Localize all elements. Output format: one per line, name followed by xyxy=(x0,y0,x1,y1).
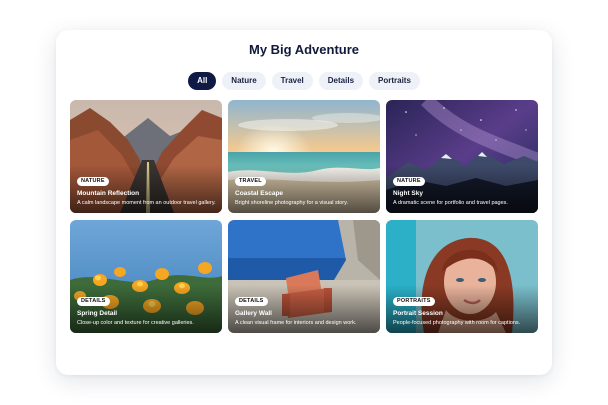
category-badge: DETAILS xyxy=(235,297,268,306)
filter-tab-details[interactable]: Details xyxy=(318,72,364,90)
gallery-title: My Big Adventure xyxy=(248,42,360,57)
item-title: Spring Detail xyxy=(77,310,118,317)
category-badge: DETAILS xyxy=(77,297,110,306)
gallery-item-coastal-escape[interactable]: TRAVEL Coastal Escape Bright shoreline p… xyxy=(228,100,380,213)
item-description: A dramatic scene for portfolio and trave… xyxy=(393,200,508,206)
filter-tabs: All Nature Travel Details Portraits xyxy=(56,72,552,90)
item-description: Close-up color and texture for creative … xyxy=(77,320,194,326)
category-badge: PORTRAITS xyxy=(393,297,435,306)
item-description: Bright shoreline photography for a visua… xyxy=(235,200,349,206)
item-title: Night Sky xyxy=(393,190,423,197)
item-title: Mountain Reflection xyxy=(77,190,140,197)
item-title: Coastal Escape xyxy=(235,190,284,197)
gallery-item-gallery-wall[interactable]: DETAILS Gallery Wall A clean visual fram… xyxy=(228,220,380,333)
gallery-card: My Big Adventure All Nature Travel Detai… xyxy=(56,30,552,375)
filter-tab-nature[interactable]: Nature xyxy=(222,72,266,90)
gallery-item-spring-detail[interactable]: DETAILS Spring Detail Close-up color and… xyxy=(70,220,222,333)
category-badge: NATURE xyxy=(393,177,425,186)
category-badge: TRAVEL xyxy=(235,177,266,186)
gallery-grid: NATURE Mountain Reflection A calm landsc… xyxy=(70,100,538,333)
item-title: Gallery Wall xyxy=(235,310,272,317)
page: My Big Adventure All Nature Travel Detai… xyxy=(0,0,608,405)
filter-tab-travel[interactable]: Travel xyxy=(271,72,313,90)
gallery-item-night-sky[interactable]: NATURE Night Sky A dramatic scene for po… xyxy=(386,100,538,213)
item-title: Portrait Session xyxy=(393,310,443,317)
item-description: A clean visual frame for interiors and d… xyxy=(235,320,357,326)
gallery-item-mountain-reflection[interactable]: NATURE Mountain Reflection A calm landsc… xyxy=(70,100,222,213)
filter-tab-all[interactable]: All xyxy=(188,72,217,90)
filter-tab-portraits[interactable]: Portraits xyxy=(369,72,420,90)
gallery-item-portrait-session[interactable]: PORTRAITS Portrait Session People-focuse… xyxy=(386,220,538,333)
category-badge: NATURE xyxy=(77,177,109,186)
item-description: A calm landscape moment from an outdoor … xyxy=(77,200,216,206)
item-description: People-focused photography with room for… xyxy=(393,320,521,326)
